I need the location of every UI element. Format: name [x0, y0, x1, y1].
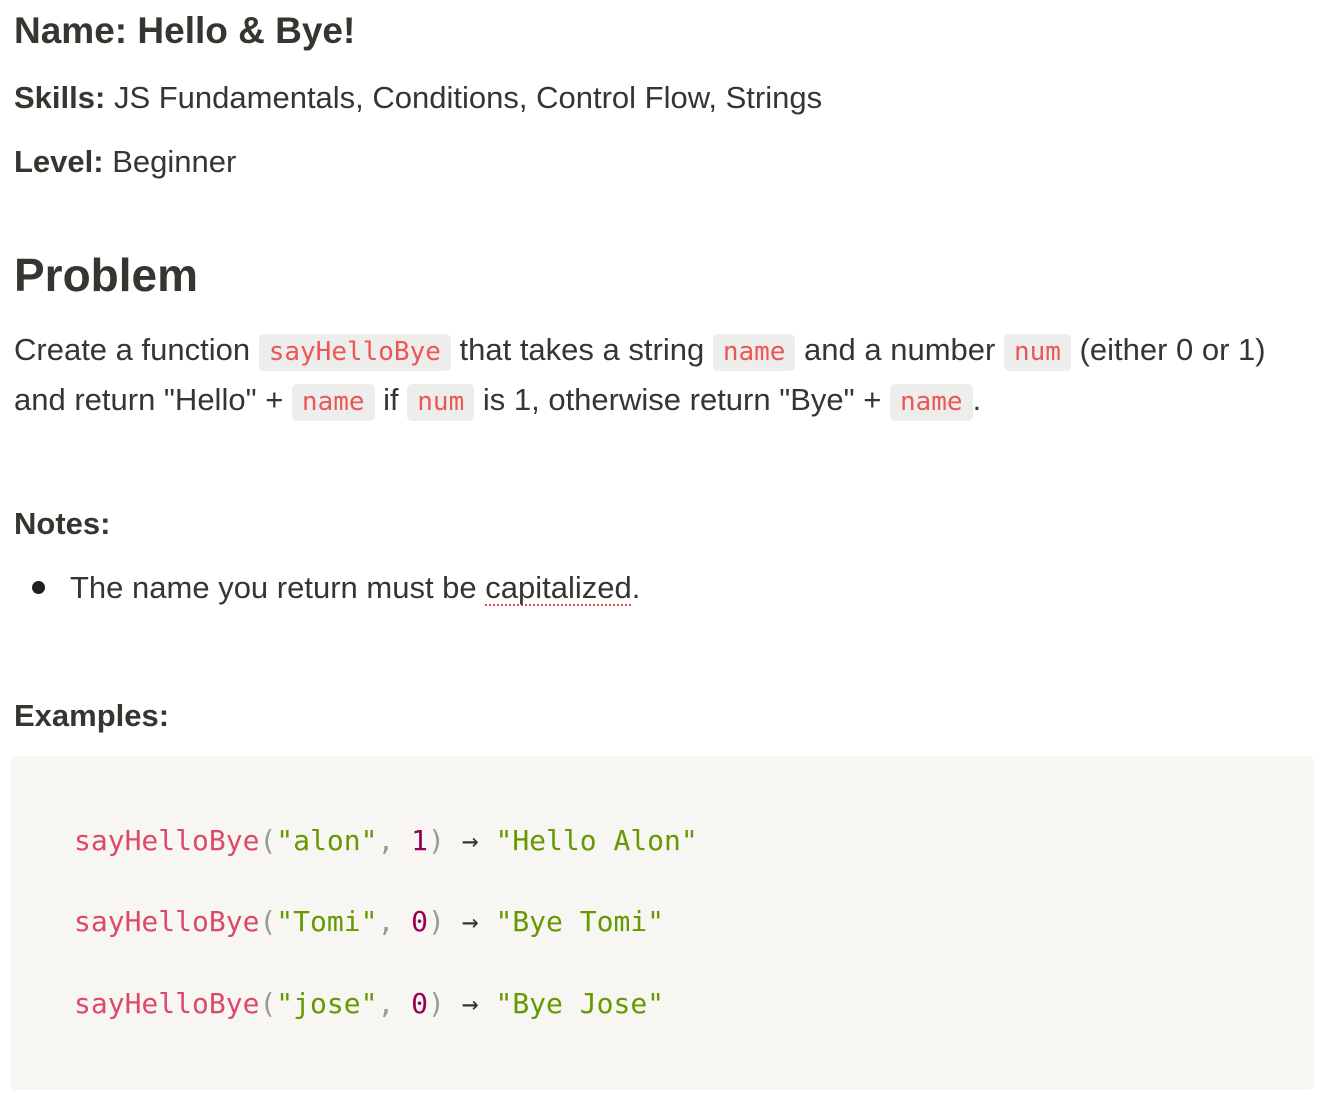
code-comma: ,	[377, 987, 412, 1020]
code-number-arg: 1	[411, 824, 429, 857]
code-string-arg: "jose"	[276, 987, 378, 1020]
problem-text-1: Create a function	[14, 332, 259, 367]
problem-heading: Problem	[14, 249, 199, 301]
problem-text-2: that takes a string	[450, 332, 713, 367]
code-result: "Bye Jose"	[495, 987, 665, 1020]
examples-heading: Examples:	[14, 698, 170, 733]
arrow-icon: →	[444, 905, 496, 938]
problem-description: Create a function sayHelloBye that takes…	[14, 326, 1314, 426]
code-comma: ,	[377, 905, 412, 938]
level-label: Level:	[14, 144, 104, 179]
skills-label: Skills:	[14, 80, 106, 115]
problem-text-7: .	[972, 382, 982, 417]
arrow-icon: →	[444, 824, 496, 857]
code-open-paren: (	[259, 987, 277, 1020]
code-close-paren: )	[428, 824, 445, 857]
code-open-paren: (	[259, 905, 277, 938]
code-open-paren: (	[259, 824, 277, 857]
code-number-arg: 0	[411, 905, 429, 938]
exercise-level: Level: Beginner	[14, 144, 236, 180]
problem-text-3: and a number	[795, 332, 1004, 367]
exercise-name: Name: Hello & Bye!	[14, 10, 355, 52]
code-result: "Bye Tomi"	[495, 905, 665, 938]
code-string-arg: "alon"	[276, 824, 378, 857]
code-close-paren: )	[428, 987, 445, 1020]
spellcheck-flagged-word[interactable]: capitalized	[485, 570, 631, 605]
code-close-paren: )	[428, 905, 445, 938]
code-line: sayHelloBye("alon", 1) → "Hello Alon"	[74, 824, 698, 857]
note-text-after: .	[631, 570, 641, 605]
code-function-name: sayHelloBye	[74, 905, 260, 938]
level-value: Beginner	[112, 144, 237, 179]
code-string-arg: "Tomi"	[276, 905, 378, 938]
name-value: Hello & Bye!	[137, 10, 356, 51]
inline-code-name: name	[889, 384, 973, 421]
inline-code-name: name	[291, 384, 375, 421]
notes-list: The name you return must be capitalized.	[14, 566, 640, 610]
code-function-name: sayHelloBye	[74, 987, 260, 1020]
inline-code-function: sayHelloBye	[258, 334, 451, 371]
code-comma: ,	[377, 824, 412, 857]
code-number-arg: 0	[411, 987, 429, 1020]
problem-text-5: if	[374, 382, 408, 417]
problem-text-6: is 1, otherwise return "Bye" +	[474, 382, 890, 417]
arrow-icon: →	[444, 987, 496, 1020]
inline-code-num: num	[1003, 334, 1071, 371]
note-text-before: The name you return must be	[70, 570, 486, 605]
bullet-icon	[32, 581, 45, 594]
exercise-skills: Skills: JS Fundamentals, Conditions, Con…	[14, 80, 822, 116]
code-result: "Hello Alon"	[495, 824, 698, 857]
inline-code-num: num	[407, 384, 475, 421]
code-line: sayHelloBye("Tomi", 0) → "Bye Tomi"	[74, 905, 664, 938]
list-item: The name you return must be capitalized.	[14, 566, 640, 610]
code-block[interactable]: sayHelloBye("alon", 1) → "Hello Alon" sa…	[10, 756, 1314, 1090]
skills-value: JS Fundamentals, Conditions, Control Flo…	[113, 80, 823, 115]
code-function-name: sayHelloBye	[74, 824, 260, 857]
code-line: sayHelloBye("jose", 0) → "Bye Jose"	[74, 987, 664, 1020]
name-label: Name:	[14, 10, 128, 51]
inline-code-name: name	[712, 334, 796, 371]
notes-heading: Notes:	[14, 506, 111, 541]
